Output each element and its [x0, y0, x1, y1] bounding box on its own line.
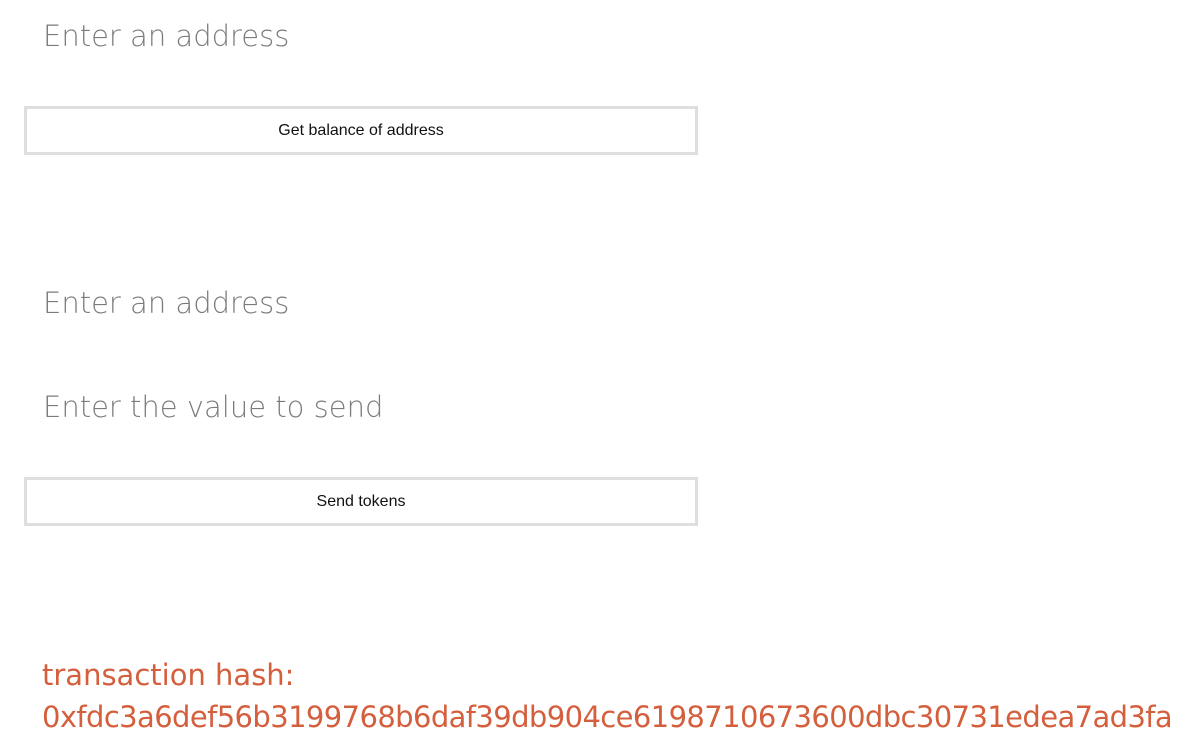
- transaction-hash-label: transaction hash:: [42, 658, 295, 692]
- transaction-result: transaction hash: 0xfdc3a6def56b3199768b…: [42, 654, 1187, 738]
- get-balance-button[interactable]: Get balance of address: [24, 106, 698, 155]
- send-value-input[interactable]: [24, 382, 698, 432]
- transaction-hash-value: 0xfdc3a6def56b3199768b6daf39db904ce61987…: [42, 700, 1173, 734]
- send-tokens-button[interactable]: Send tokens: [24, 477, 698, 526]
- token-page: Get balance of address Send tokens trans…: [0, 0, 1194, 751]
- balance-address-input[interactable]: [24, 11, 698, 61]
- recipient-address-input[interactable]: [24, 278, 698, 328]
